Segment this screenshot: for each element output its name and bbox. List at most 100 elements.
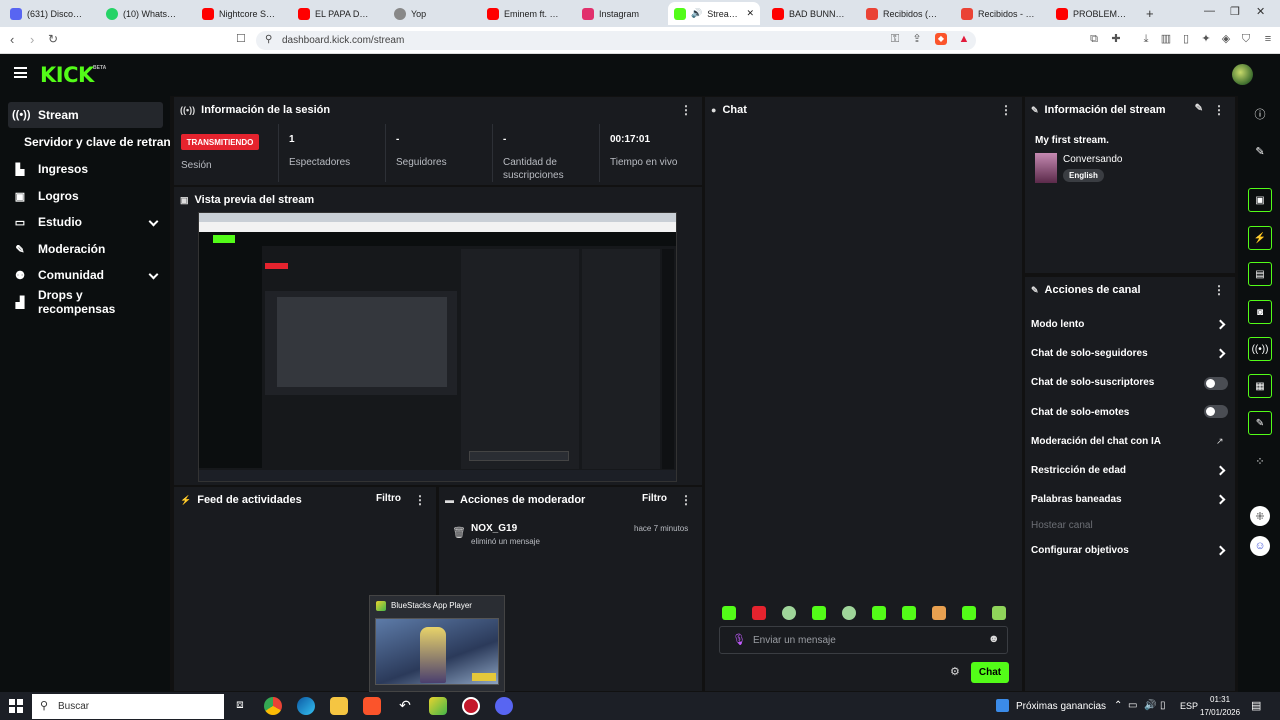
avatar[interactable] — [1232, 64, 1253, 85]
back-icon[interactable]: ‹ — [10, 32, 14, 47]
tab-gmail-1[interactable]: Recibidos (2,595) — [860, 2, 946, 25]
tab-youtube-1[interactable]: Nightcore Songs — [196, 2, 282, 25]
sidebar-item-logros[interactable]: ▣ Logros — [8, 183, 163, 209]
download-icon[interactable]: ⤓ — [1140, 33, 1152, 45]
emote-icon[interactable] — [962, 606, 976, 620]
tab-discord[interactable]: (631) Discord | @ — [4, 2, 90, 25]
site-info-icon[interactable]: ⚲ — [265, 34, 272, 45]
news-widget[interactable]: Próximas ganancias — [1016, 701, 1106, 712]
chat-input[interactable]: 🎙 Enviar un mensaje ☻ — [719, 626, 1008, 654]
file-explorer-icon[interactable] — [330, 697, 348, 715]
bot-icon[interactable]: ☺ — [1250, 536, 1270, 556]
close-icon[interactable]: ✕ — [746, 8, 754, 19]
sidebar-item-stream[interactable]: ((•)) Stream — [8, 102, 163, 128]
reload-icon[interactable]: ↻ — [48, 32, 58, 46]
sidebar-item-server-key[interactable]: Servidor y clave de retransmisión — [24, 129, 170, 155]
library-icon[interactable]: ▥ — [1160, 33, 1172, 45]
emote-icon[interactable] — [872, 606, 886, 620]
filter-button[interactable]: Filtro — [376, 493, 401, 504]
nodes-icon[interactable]: ⁘ — [1250, 451, 1270, 471]
forward-icon[interactable]: › — [30, 32, 34, 47]
sidebar-item-moderacion[interactable]: ✎ Moderación — [8, 236, 163, 262]
microphone-icon[interactable]: 🎙 — [732, 633, 746, 646]
emote-icon[interactable] — [782, 606, 796, 620]
volume-icon[interactable]: 🔊 — [1144, 700, 1156, 711]
action-banned-words[interactable]: Palabras baneadas — [1031, 494, 1122, 505]
broadcast-icon[interactable]: ((•)) — [1248, 337, 1272, 361]
battery-icon[interactable]: ▯ — [1160, 700, 1166, 711]
more-options-icon[interactable]: ⋮ — [1000, 103, 1012, 117]
network-icon[interactable]: ▭ — [1128, 700, 1137, 711]
emote-icon[interactable] — [752, 606, 766, 620]
bluestacks-icon[interactable] — [429, 697, 447, 715]
wrench-icon[interactable]: ✎ — [1248, 411, 1272, 435]
settings-gear-icon[interactable]: ⚙ — [950, 665, 960, 678]
brave-rewards-icon[interactable]: ▲ — [958, 33, 970, 45]
url-field[interactable]: ⚲ dashboard.kick.com/stream — [256, 31, 976, 50]
action-age-restriction[interactable]: Restricción de edad — [1031, 465, 1126, 476]
stream-category[interactable]: Conversando — [1063, 154, 1122, 165]
emoji-icon[interactable]: ☻ — [988, 633, 1000, 645]
emote-icon[interactable] — [902, 606, 916, 620]
more-options-icon[interactable]: ⋮ — [680, 493, 692, 507]
filter-button[interactable]: Filtro — [642, 493, 667, 504]
wallet-icon[interactable]: ◈ — [1220, 33, 1232, 45]
close-window-button[interactable]: ✕ — [1256, 5, 1265, 18]
emotes-only-toggle[interactable] — [1204, 405, 1228, 418]
clock-time[interactable]: 01:31 — [1210, 695, 1230, 704]
document-icon[interactable]: ▤ — [1248, 262, 1272, 286]
stream-preview-video[interactable] — [198, 212, 677, 482]
extensions-icon[interactable]: ⧉ — [1088, 33, 1100, 45]
chat-bubble-icon[interactable]: ◙ — [1248, 300, 1272, 324]
leo-icon[interactable]: ✦ — [1200, 33, 1212, 45]
action-set-goals[interactable]: Configurar objetivos — [1031, 545, 1129, 556]
discord-icon[interactable] — [495, 697, 513, 715]
language-indicator[interactable]: ESP — [1180, 701, 1198, 711]
minimize-button[interactable]: — — [1204, 5, 1215, 17]
bookmark-icon[interactable]: ☐ — [236, 32, 246, 45]
windows-start-icon[interactable] — [9, 699, 23, 713]
action-followers-only[interactable]: Chat de solo-seguidores — [1031, 348, 1148, 359]
mod-entry-user[interactable]: NOX_G19 — [471, 523, 517, 534]
emote-icon[interactable] — [722, 606, 736, 620]
emote-icon[interactable] — [812, 606, 826, 620]
hamburger-menu-icon[interactable] — [14, 67, 27, 78]
vpn-icon[interactable]: ⛉ — [1240, 33, 1252, 45]
obs-icon[interactable] — [462, 697, 480, 715]
brave-shield-icon[interactable]: ◆ — [935, 33, 947, 45]
more-options-icon[interactable]: ⋮ — [680, 103, 692, 117]
news-icon[interactable] — [996, 699, 1009, 712]
subscribers-only-toggle[interactable] — [1204, 377, 1228, 390]
puzzle-icon[interactable]: ✚ — [1110, 33, 1122, 45]
maximize-button[interactable]: ❐ — [1230, 5, 1240, 18]
new-tab-button[interactable]: + — [1146, 6, 1154, 21]
info-icon[interactable]: ⓘ — [1250, 104, 1270, 124]
key-icon[interactable]: ⚿ — [889, 33, 901, 45]
chat-send-button[interactable]: Chat — [971, 662, 1009, 683]
app-icon[interactable]: ↶ — [396, 697, 414, 715]
tab-youtube-2[interactable]: EL PAPA DEL SEN — [292, 2, 378, 25]
mod-queue-icon[interactable]: ▦ — [1248, 374, 1272, 398]
apps-icon[interactable]: ⁜ — [1250, 506, 1270, 526]
sidebar-item-comunidad[interactable]: ⚉ Comunidad — [8, 262, 163, 288]
edit-pencil-icon[interactable]: ✎ — [1250, 141, 1270, 161]
menu-icon[interactable]: ≡ — [1262, 33, 1274, 45]
share-icon[interactable]: ⇪ — [911, 33, 923, 45]
category-thumbnail[interactable] — [1035, 153, 1057, 183]
more-options-icon[interactable]: ⋮ — [1213, 103, 1225, 117]
external-link-icon[interactable]: ↗ — [1216, 436, 1224, 447]
tab-youtube-4[interactable]: BAD BUNNY - BA — [766, 2, 852, 25]
kick-logo[interactable]: KICK — [40, 63, 94, 87]
edge-icon[interactable] — [297, 697, 315, 715]
emote-icon[interactable] — [842, 606, 856, 620]
sidebar-toggle-icon[interactable]: ▯ — [1180, 33, 1192, 45]
tab-gmail-2[interactable]: Recibidos - noxg — [955, 2, 1041, 25]
bluestacks-taskbar-preview[interactable]: BlueStacks App Player — [369, 595, 505, 692]
action-ai-moderation[interactable]: Moderación del chat con IA — [1031, 436, 1161, 447]
emote-icon[interactable] — [992, 606, 1006, 620]
tab-whatsapp[interactable]: (10) WhatsApp — [100, 2, 186, 25]
capture-icon[interactable]: ▣ — [1248, 188, 1272, 212]
action-slow-mode[interactable]: Modo lento — [1031, 319, 1084, 330]
lightning-icon[interactable]: ⚡ — [1248, 226, 1272, 250]
more-options-icon[interactable]: ⋮ — [1213, 283, 1225, 297]
